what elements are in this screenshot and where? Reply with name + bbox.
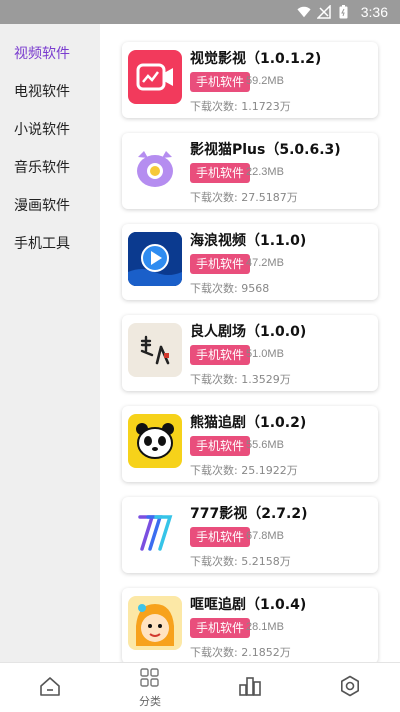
bottom-tab-bar: 分类 (0, 662, 400, 712)
app-title: 海浪视频（1.1.0) (190, 233, 307, 249)
video-camera-icon (128, 50, 182, 104)
app-size: 47.2MB (246, 257, 284, 269)
app-size: 22.3MB (246, 166, 284, 178)
download-count: 下载次数: 27.5187万 (190, 191, 298, 204)
category-tag: 手机软件 (190, 618, 251, 638)
tab-home[interactable] (0, 663, 100, 712)
app-list: 视觉影视（1.0.1.2) 手机软件 59.2MB 下载次数: 1.1723万 … (100, 24, 400, 662)
app-card[interactable]: 海浪视频（1.1.0) 手机软件 47.2MB 下载次数: 9568 (122, 224, 378, 300)
wifi-icon (297, 5, 311, 19)
app-title: 777影视（2.7.2) (190, 506, 308, 522)
app-size: 51.0MB (246, 348, 284, 360)
app-card[interactable]: 哐哐追剧（1.0.4) 手机软件 28.1MB 下载次数: 2.1852万 (122, 588, 378, 662)
signal-icon (316, 5, 331, 19)
play-icon (128, 232, 182, 286)
category-icon (140, 667, 160, 692)
app-title: 影视猫Plus（5.0.6.3) (190, 142, 341, 158)
app-card[interactable]: 良人剧场（1.0.0) 手机软件 51.0MB 下载次数: 1.3529万 (122, 315, 378, 391)
tab-settings[interactable] (300, 663, 400, 712)
tab-category[interactable]: 分类 (100, 663, 200, 712)
app-title: 哐哐追剧（1.0.4) (190, 597, 307, 613)
category-tag: 手机软件 (190, 436, 251, 456)
download-count: 下载次数: 1.3529万 (190, 373, 291, 386)
sidebar-item-video[interactable]: 视频软件 (14, 43, 70, 63)
app-card[interactable]: 熊猫追剧（1.0.2) 手机软件 55.6MB 下载次数: 25.1922万 (122, 406, 378, 482)
ranking-icon (239, 676, 261, 700)
cartoon-girl-icon (128, 596, 182, 650)
category-sidebar: 视频软件 电视软件 小说软件 音乐软件 漫画软件 手机工具 (0, 24, 100, 662)
sidebar-item-music[interactable]: 音乐软件 (14, 157, 70, 177)
app-size: 59.2MB (246, 75, 284, 87)
cat-icon (128, 141, 182, 195)
app-card[interactable]: 视觉影视（1.0.1.2) 手机软件 59.2MB 下载次数: 1.1723万 (122, 42, 378, 118)
app-size: 28.1MB (246, 621, 284, 633)
download-count: 下载次数: 9568 (190, 282, 270, 295)
app-card[interactable]: 影视猫Plus（5.0.6.3) 手机软件 22.3MB 下载次数: 27.51… (122, 133, 378, 209)
sidebar-item-tools[interactable]: 手机工具 (14, 233, 70, 253)
category-tag: 手机软件 (190, 527, 251, 547)
calligraphy-icon (128, 323, 182, 377)
tab-category-label: 分类 (139, 694, 161, 708)
sidebar-item-tv[interactable]: 电视软件 (14, 81, 70, 101)
seven-icon (128, 505, 182, 559)
panda-icon (128, 414, 182, 468)
settings-icon (339, 675, 361, 701)
app-card[interactable]: 777影视（2.7.2) 手机软件 67.8MB 下载次数: 5.2158万 (122, 497, 378, 573)
download-count: 下载次数: 2.1852万 (190, 646, 291, 659)
category-tag: 手机软件 (190, 254, 251, 274)
home-icon (39, 676, 61, 700)
sidebar-item-comic[interactable]: 漫画软件 (14, 195, 70, 215)
app-size: 55.6MB (246, 439, 284, 451)
clock: 3:36 (360, 4, 388, 20)
sidebar-item-novel[interactable]: 小说软件 (14, 119, 70, 139)
category-tag: 手机软件 (190, 72, 251, 92)
tab-ranking[interactable] (200, 663, 300, 712)
download-count: 下载次数: 5.2158万 (190, 555, 291, 568)
category-tag: 手机软件 (190, 345, 251, 365)
battery-icon (337, 5, 351, 19)
download-count: 下载次数: 25.1922万 (190, 464, 298, 477)
app-title: 熊猫追剧（1.0.2) (190, 415, 307, 431)
download-count: 下载次数: 1.1723万 (190, 100, 291, 113)
status-bar: 3:36 (0, 0, 400, 24)
app-title: 良人剧场（1.0.0) (190, 324, 307, 340)
category-tag: 手机软件 (190, 163, 251, 183)
app-title: 视觉影视（1.0.1.2) (190, 51, 322, 67)
app-size: 67.8MB (246, 530, 284, 542)
